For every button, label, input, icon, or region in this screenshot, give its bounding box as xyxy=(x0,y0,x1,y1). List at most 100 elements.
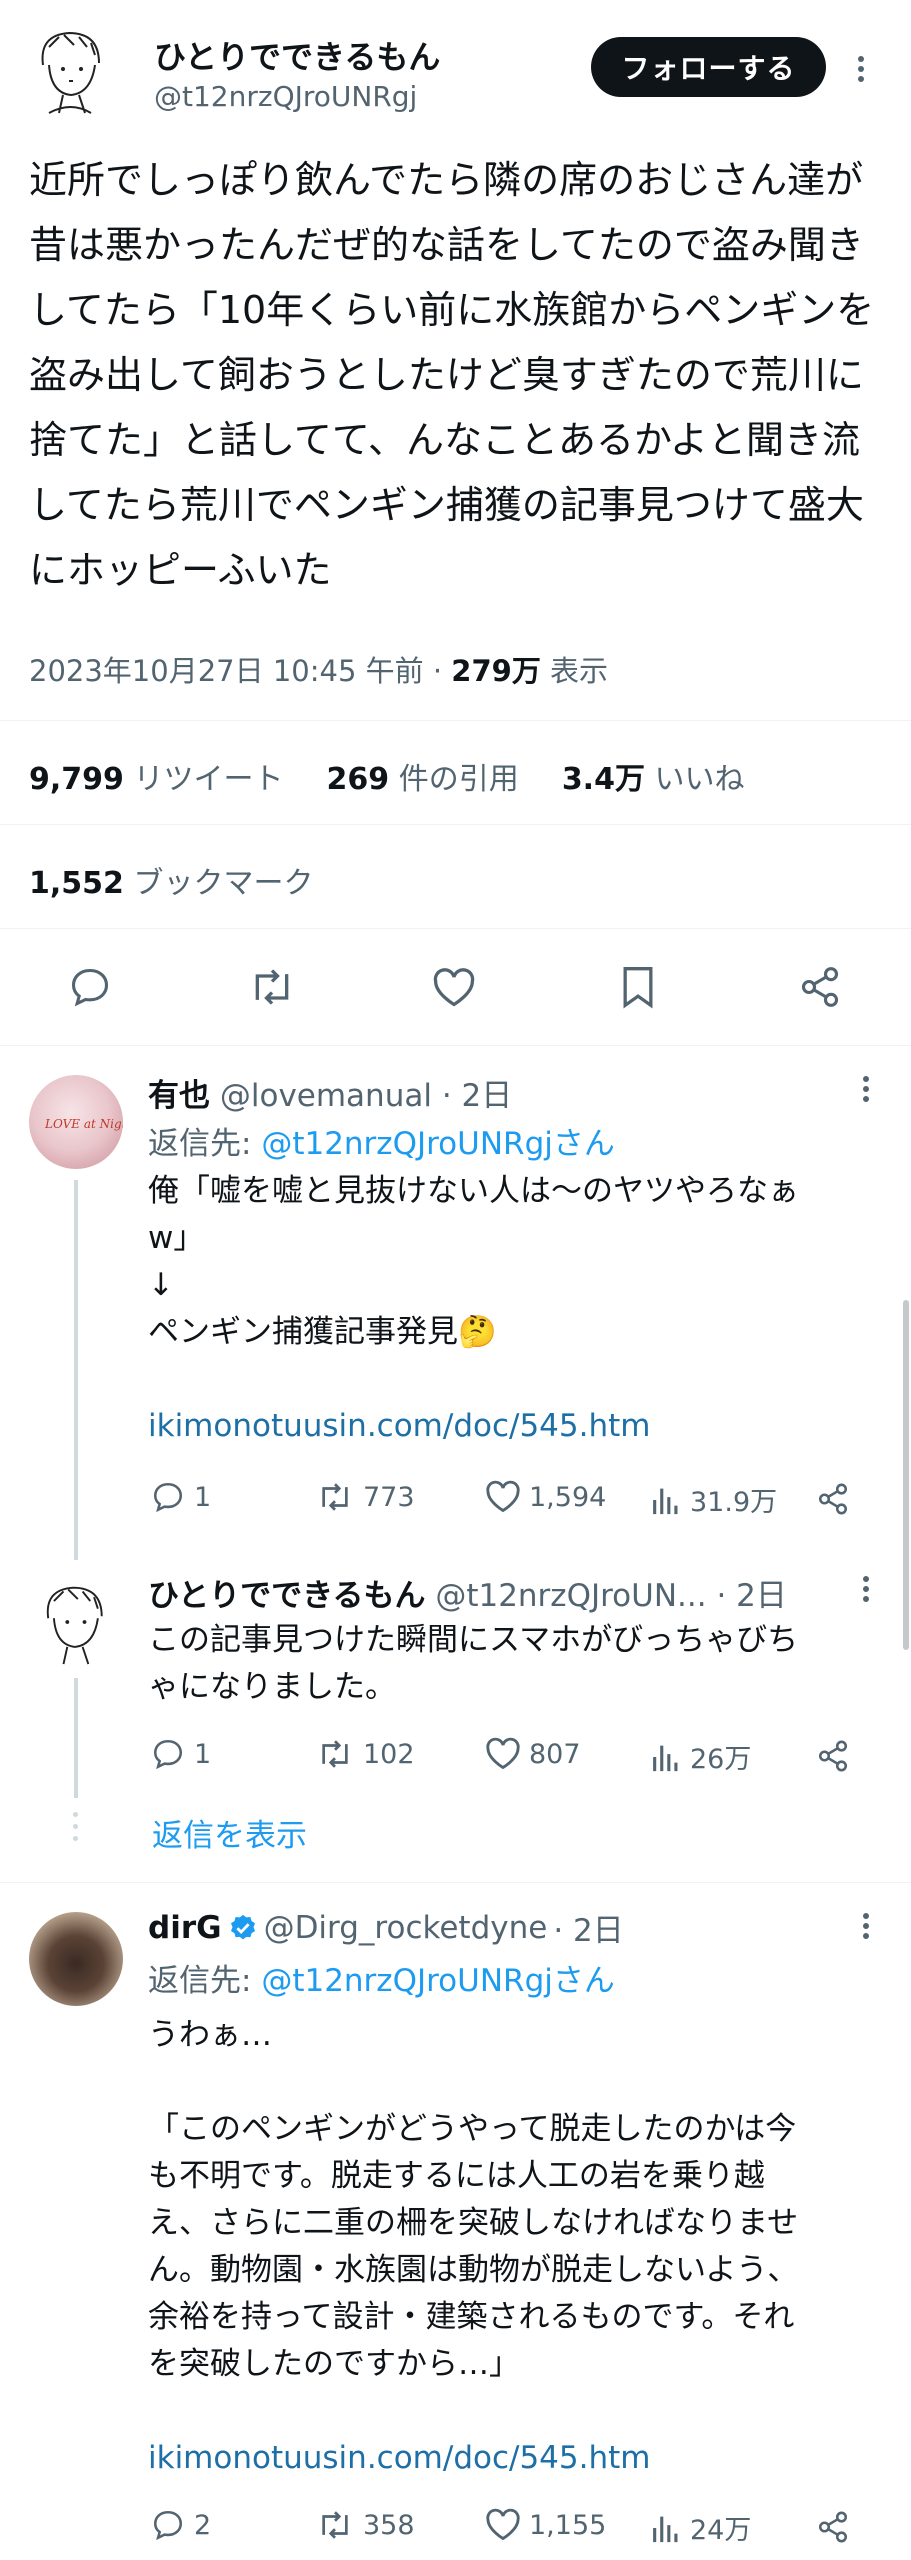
article-link[interactable]: ikimonotuusin.com/doc/545.htm xyxy=(148,2435,888,2482)
meta-separator: · xyxy=(423,654,452,688)
more-options-icon[interactable] xyxy=(862,1075,870,1103)
reply-body: この記事見つけた瞬間にスマホがびっちゃびち ゃになりました。 xyxy=(148,1617,888,1711)
reply-line: w」 xyxy=(148,1220,205,1256)
tweet-text: 近所でしっぽり飲んでたら隣の席のおじさん達が昔は悪かったんだぜ的な話をしてたので… xyxy=(29,158,875,592)
retweet-count: 102 xyxy=(363,1738,415,1770)
like-count: 807 xyxy=(529,1738,581,1770)
reply-author-handle[interactable]: @Dirg_rocketdyne xyxy=(264,1910,548,1946)
reply-action-views[interactable]: 24万 xyxy=(650,2508,751,2547)
thread-line xyxy=(74,1678,78,1798)
reply-author-handle[interactable]: @lovemanual xyxy=(220,1078,432,1114)
more-options-icon[interactable] xyxy=(862,1912,870,1940)
like-icon xyxy=(485,2508,521,2542)
share-icon[interactable] xyxy=(815,2510,851,2544)
reply-icon xyxy=(150,2508,186,2542)
like-icon xyxy=(485,1737,521,1771)
views-count: 24万 xyxy=(690,2515,752,2546)
retweet-stat-label: リツイート xyxy=(123,762,284,797)
like-count: 1,155 xyxy=(529,2509,607,2541)
reply-to-line: 返信先: @t12nrzQJroUNRgjさん xyxy=(148,1955,615,2000)
reply-avatar[interactable] xyxy=(34,1580,114,1666)
share-icon[interactable] xyxy=(798,965,842,1009)
divider xyxy=(0,928,911,929)
more-options-icon[interactable] xyxy=(862,1575,870,1603)
reply-action-like[interactable]: 1,155 xyxy=(485,2508,606,2542)
retweet-icon xyxy=(315,1480,355,1514)
reply-avatar[interactable]: LOVE at Night xyxy=(29,1075,123,1169)
like-icon[interactable] xyxy=(432,967,476,1009)
retweet-icon xyxy=(315,2508,355,2542)
quote-stat[interactable]: 269 件の引用 xyxy=(327,762,519,797)
share-icon[interactable] xyxy=(815,1482,851,1516)
views-count: 31.9万 xyxy=(690,1487,778,1518)
reply-line: ↓ xyxy=(148,1267,174,1303)
bookmark-icon[interactable] xyxy=(620,965,656,1009)
views-icon xyxy=(650,2511,682,2545)
author-handle[interactable]: @t12nrzQJroUNRgj xyxy=(154,80,417,113)
comment-count: 1 xyxy=(194,1481,212,1513)
reply-action-like[interactable]: 807 xyxy=(485,1737,581,1771)
reply-line: を突破したのですから…」 xyxy=(148,2346,520,2382)
reply-action-views[interactable]: 26万 xyxy=(650,1737,751,1776)
quote-count: 269 xyxy=(326,762,390,797)
reply-line: うわぁ… xyxy=(148,2017,272,2053)
views-icon xyxy=(650,1483,682,1517)
more-options-icon[interactable] xyxy=(857,55,865,83)
reply-action-retweet[interactable]: 102 xyxy=(315,1737,415,1771)
reply-time[interactable]: · 2日 xyxy=(553,1905,623,1950)
reply-author-name[interactable]: 有也 xyxy=(148,1078,210,1114)
views-icon xyxy=(650,1740,682,1774)
follow-button[interactable]: フォローする xyxy=(591,37,826,97)
reply-line: も不明です。脱走するには人工の岩を乗り越 xyxy=(148,2158,765,2194)
reply-icon[interactable] xyxy=(68,965,112,1009)
divider xyxy=(0,720,911,721)
author-avatar[interactable] xyxy=(29,25,111,115)
tweet-timestamp[interactable]: 2023年10月27日 10:45 午前 xyxy=(29,654,424,688)
reply-line: この記事見つけた瞬間にスマホがびっちゃびち xyxy=(148,1622,799,1658)
reply-line-spacer xyxy=(148,2388,888,2435)
bookmark-stat-label: ブックマーク xyxy=(123,866,314,901)
show-replies-link[interactable]: 返信を表示 xyxy=(152,1810,307,1855)
reply-action-retweet[interactable]: 358 xyxy=(315,2508,415,2542)
engagement-stats: 9,799 リツイート 269 件の引用 3.4万 いいね xyxy=(29,754,745,798)
retweet-count: 358 xyxy=(363,2509,415,2541)
quote-stat-label: 件の引用 xyxy=(389,762,519,797)
reply-line-spacer xyxy=(148,2059,888,2106)
scrollbar[interactable] xyxy=(903,1300,909,1650)
reply-author-handle[interactable]: @t12nrzQJroUN... xyxy=(435,1578,706,1614)
reply-line: ん。動物園・水族園は動物が脱走しないよう、 xyxy=(148,2252,799,2288)
bookmark-stat[interactable]: 1,552 ブックマーク xyxy=(29,858,313,902)
reply-to-link[interactable]: @t12nrzQJroUNRgjさん xyxy=(261,1963,615,1999)
reply-time[interactable]: · 2日 xyxy=(707,1578,786,1614)
comment-count: 1 xyxy=(194,1738,212,1770)
divider xyxy=(0,1045,911,1046)
reply-action-comment[interactable]: 1 xyxy=(150,1480,211,1514)
like-stat[interactable]: 3.4万 いいね xyxy=(562,762,745,797)
reply-line: 「このペンギンがどうやって脱走したのかは今 xyxy=(148,2111,797,2147)
retweet-stat[interactable]: 9,799 リツイート xyxy=(29,762,283,797)
share-icon[interactable] xyxy=(815,1739,851,1773)
article-link[interactable]: ikimonotuusin.com/doc/545.htm xyxy=(148,1403,888,1450)
reply-to-line: 返信先: @t12nrzQJroUNRgjさん xyxy=(148,1118,615,1163)
divider xyxy=(0,1882,911,1883)
reply-to-link[interactable]: @t12nrzQJroUNRgjさん xyxy=(261,1126,615,1162)
author-name[interactable]: ひとりでできるもん xyxy=(154,32,440,78)
reply-action-like[interactable]: 1,594 xyxy=(485,1480,606,1514)
retweet-icon[interactable] xyxy=(248,965,296,1009)
reply-time[interactable]: · 2日 xyxy=(432,1078,512,1114)
reply-author-name[interactable]: ひとりでできるもん xyxy=(148,1578,425,1614)
tweet-views-label: 表示 xyxy=(540,654,609,688)
reply-line-spacer xyxy=(148,1356,888,1403)
reply-avatar[interactable] xyxy=(29,1912,123,2006)
reply-author-name[interactable]: dirG xyxy=(148,1910,222,1946)
retweet-icon xyxy=(315,1737,355,1771)
reply-action-comment[interactable]: 1 xyxy=(150,1737,211,1771)
reply-line: 余裕を持って設計・建築されるものです。それ xyxy=(148,2299,795,2335)
reply-action-retweet[interactable]: 773 xyxy=(315,1480,415,1514)
divider xyxy=(0,824,911,825)
reply-icon xyxy=(150,1480,186,1514)
reply-action-comment[interactable]: 2 xyxy=(150,2508,211,2542)
reply-line: え、さらに二重の柵を突破しなければなりませ xyxy=(148,2205,799,2241)
tweet-views: 279万 xyxy=(451,654,541,688)
reply-action-views[interactable]: 31.9万 xyxy=(650,1480,777,1519)
